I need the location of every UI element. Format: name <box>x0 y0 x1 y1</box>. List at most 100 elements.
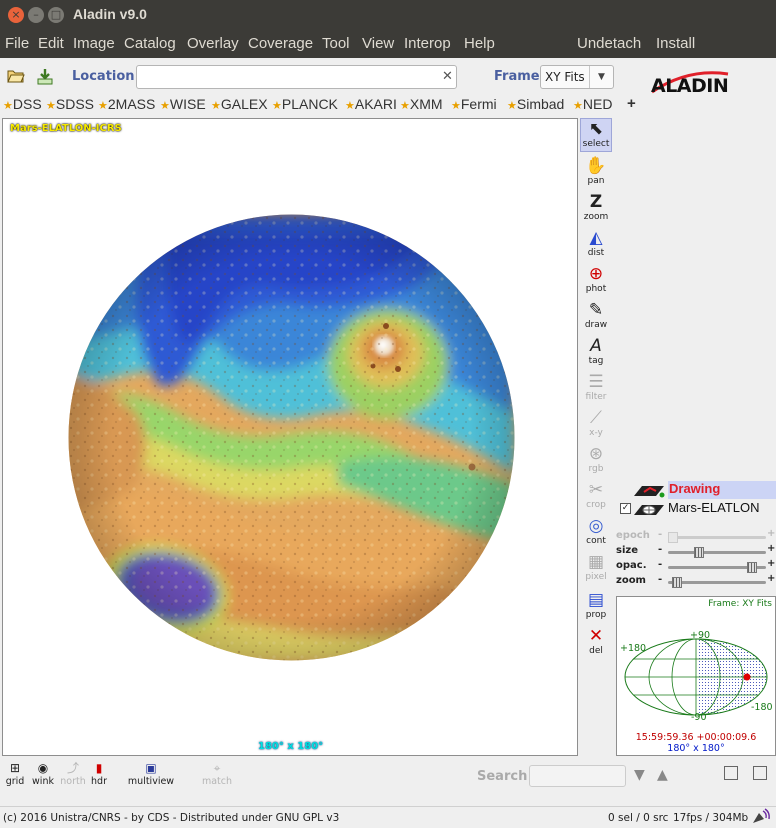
multiview-button[interactable]: ▣ multiview <box>117 760 185 788</box>
survey-akari[interactable]: ★AKARI <box>345 96 397 112</box>
tool-crop[interactable]: ✂ crop <box>580 480 612 514</box>
aladin-logo: ALADIN <box>648 66 732 97</box>
overview-label-right: -180 <box>751 702 773 713</box>
tool-draw[interactable]: ✎ draw <box>580 300 612 334</box>
menu-image[interactable]: Image <box>73 35 115 52</box>
search-next-icon[interactable]: ▼ <box>634 767 645 783</box>
menu-overlay[interactable]: Overlay <box>187 35 239 52</box>
opacity-slider-thumb[interactable] <box>747 562 757 573</box>
menu-undetach[interactable]: Undetach <box>577 35 641 52</box>
tool-del[interactable]: ✕ del <box>580 626 612 660</box>
tool-pan[interactable]: ✋ pan <box>580 156 612 190</box>
radio-dish-icon[interactable] <box>750 807 772 828</box>
tool-zoom[interactable]: Zzoom <box>580 192 612 226</box>
grid-button[interactable]: ⊞ grid <box>3 760 27 788</box>
menu-coverage[interactable]: Coverage <box>248 35 313 52</box>
grid-icon: ⊞ <box>9 761 21 775</box>
survey-dss[interactable]: ★DSS <box>3 96 42 112</box>
zoom-slider-track[interactable] <box>668 577 766 588</box>
properties-icon: ▤ <box>587 590 605 610</box>
ruler-icon: ◭ <box>589 228 603 248</box>
window-detach-icon[interactable] <box>753 766 767 780</box>
survey-planck[interactable]: ★PLANCK <box>272 96 338 112</box>
search-label: Search <box>477 769 528 784</box>
window-minimize-button[interactable]: – <box>28 7 44 23</box>
mars-plane-label: Mars-ELATLON <box>668 500 760 515</box>
zoom-minus-button[interactable]: - <box>658 574 662 585</box>
survey-fermi[interactable]: ★Fermi <box>451 96 497 112</box>
tool-x-y[interactable]: ⟋ x-y <box>580 408 612 442</box>
size-slider-track[interactable] <box>668 547 766 558</box>
hdr-button[interactable]: ▮ hdr <box>89 760 109 788</box>
add-survey-button[interactable]: + <box>627 95 636 112</box>
size-slider-thumb[interactable] <box>694 547 704 558</box>
frame-select[interactable]: XY Fits ▼ <box>540 65 614 89</box>
eye-icon: ◉ <box>37 761 49 775</box>
tool-filter[interactable]: ☰ filter <box>580 372 612 406</box>
tool-tag[interactable]: Atag <box>580 336 612 370</box>
menu-help[interactable]: Help <box>464 35 495 52</box>
wink-button[interactable]: ◉ wink <box>31 760 55 788</box>
tool-cont[interactable]: ◎ cont <box>580 516 612 550</box>
zoom-slider-label: zoom <box>616 575 646 586</box>
survey-galex[interactable]: ★GALEX <box>211 96 268 112</box>
tool-pixel[interactable]: ▦ pixel <box>580 552 612 586</box>
menu-catalog[interactable]: Catalog <box>124 35 176 52</box>
survey-wise[interactable]: ★WISE <box>160 96 206 112</box>
tool-prop[interactable]: ▤ prop <box>580 590 612 624</box>
star-icon: ★ <box>272 100 282 112</box>
size-plus-button[interactable]: + <box>767 543 775 554</box>
epoch-slider-track[interactable] <box>668 532 766 543</box>
zoom-slider[interactable]: zoom - + <box>616 573 776 589</box>
menu-view[interactable]: View <box>362 35 394 52</box>
menu-edit[interactable]: Edit <box>38 35 64 52</box>
survey-sdss[interactable]: ★SDSS <box>46 96 94 112</box>
mars-visibility-checkbox[interactable]: ✓ <box>620 503 631 514</box>
opacity-slider[interactable]: opac. - + <box>616 558 776 574</box>
location-input[interactable] <box>136 65 457 89</box>
overview-panel[interactable]: Frame: XY Fits +90 -90 +180 -180 15:59:5… <box>616 596 776 756</box>
window-close-button[interactable]: × <box>8 7 24 23</box>
window-restore-icon[interactable] <box>724 766 738 780</box>
survey-xmm[interactable]: ★XMM <box>400 96 443 112</box>
menu-file[interactable]: File <box>5 35 29 52</box>
epoch-slider[interactable]: epoch - + <box>616 528 776 544</box>
overview-label-north: +90 <box>690 630 711 641</box>
search-prev-icon[interactable]: ▲ <box>657 767 668 783</box>
epoch-slider-thumb[interactable] <box>668 532 678 543</box>
menu-install[interactable]: Install <box>656 35 695 52</box>
tool-dist[interactable]: ◭ dist <box>580 228 612 262</box>
star-icon: ★ <box>160 100 170 112</box>
size-minus-button[interactable]: - <box>658 544 662 555</box>
rgb-circles-icon: ⊛ <box>588 444 604 464</box>
opacity-plus-button[interactable]: + <box>767 558 775 569</box>
zoom-slider-thumb[interactable] <box>672 577 682 588</box>
search-input[interactable] <box>529 765 626 787</box>
survey-ned[interactable]: ★NED <box>573 96 612 112</box>
stack-mars-plane[interactable]: ✓ Mars-ELATLON <box>616 500 776 518</box>
size-slider[interactable]: size - + <box>616 543 776 559</box>
survey-simbad[interactable]: ★Simbad <box>507 96 564 112</box>
overview-label-left: +180 <box>620 643 647 654</box>
opacity-slider-track[interactable] <box>668 562 766 573</box>
tool-phot[interactable]: ⊕ phot <box>580 264 612 298</box>
survey-2mass[interactable]: ★2MASS <box>98 96 155 112</box>
epoch-plus-button[interactable]: + <box>767 528 775 539</box>
opacity-minus-button[interactable]: - <box>658 559 662 570</box>
pencil-icon: ✎ <box>588 300 604 320</box>
download-icon[interactable] <box>36 68 54 90</box>
match-button[interactable]: ⌖ match <box>199 760 235 788</box>
stack-drawing-plane[interactable]: Drawing <box>632 481 776 499</box>
image-view[interactable]: Mars-ELATLON-ICRS 180° x 180° <box>2 118 578 756</box>
menu-interop[interactable]: Interop <box>404 35 451 52</box>
zoom-plus-button[interactable]: + <box>767 573 775 584</box>
menu-tool[interactable]: Tool <box>322 35 350 52</box>
north-button[interactable]: ⤴ north <box>59 760 87 788</box>
window-maximize-button[interactable]: □ <box>48 7 64 23</box>
epoch-minus-button[interactable]: - <box>658 529 662 540</box>
folder-open-icon[interactable] <box>7 68 25 88</box>
drawing-plane-icon <box>634 486 665 498</box>
tool-rgb[interactable]: ⊛ rgb <box>580 444 612 478</box>
tool-select[interactable]: ⬉ select <box>580 118 612 152</box>
clear-icon[interactable]: ✕ <box>442 69 453 84</box>
